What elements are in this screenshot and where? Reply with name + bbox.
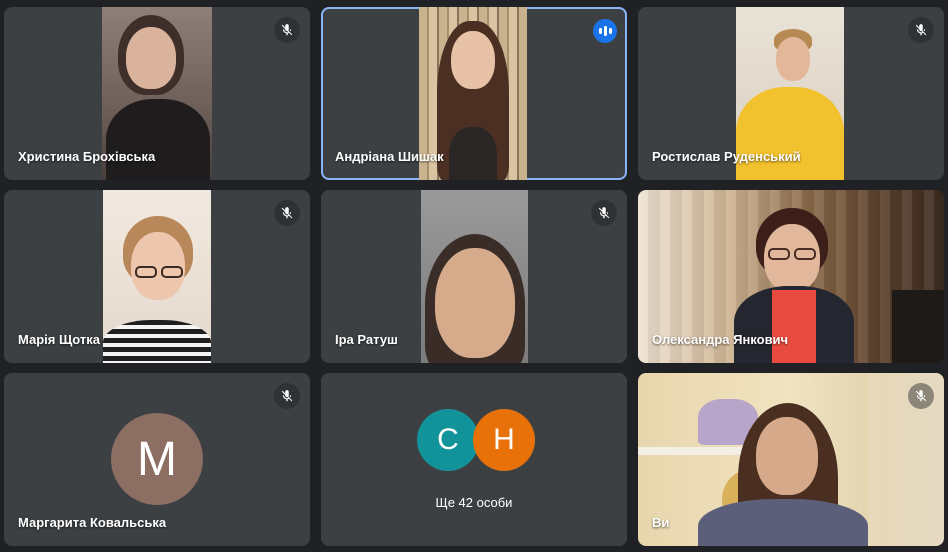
participant-name: Іра Ратуш bbox=[335, 332, 398, 347]
avatar: C bbox=[417, 409, 479, 471]
mic-off-icon bbox=[908, 383, 934, 409]
participant-name: Олександра Янкович bbox=[652, 332, 789, 347]
participant-tile[interactable]: Марія Щотка bbox=[4, 190, 310, 363]
self-view-tile[interactable]: Ви bbox=[638, 373, 944, 546]
participant-name: Ви bbox=[652, 515, 670, 530]
mic-off-icon bbox=[274, 17, 300, 43]
participant-name: Марія Щотка bbox=[18, 332, 100, 347]
participant-name: Христина Брохівська bbox=[18, 149, 156, 164]
participant-tile[interactable]: Олександра Янкович bbox=[638, 190, 944, 363]
more-participants-tile[interactable]: C H Ще 42 особи bbox=[321, 373, 627, 546]
mic-off-icon bbox=[274, 200, 300, 226]
participant-video bbox=[103, 190, 211, 363]
participant-tile[interactable]: Ростислав Руденський bbox=[638, 7, 944, 180]
mic-off-icon bbox=[908, 17, 934, 43]
mic-off-icon bbox=[591, 200, 617, 226]
participant-name: Маргарита Ковальська bbox=[18, 515, 167, 530]
participant-tile[interactable]: Христина Брохівська bbox=[4, 7, 310, 180]
speaking-indicator-icon bbox=[593, 19, 617, 43]
participant-name: Андріана Шишак bbox=[335, 149, 444, 164]
participant-tile[interactable]: Андріана Шишак bbox=[321, 7, 627, 180]
participant-tile[interactable]: Іра Ратуш bbox=[321, 190, 627, 363]
avatar: H bbox=[473, 409, 535, 471]
participant-video bbox=[421, 190, 528, 363]
more-participants-label: Ще 42 особи bbox=[435, 495, 513, 510]
mic-off-icon bbox=[274, 383, 300, 409]
participant-name: Ростислав Руденський bbox=[652, 149, 801, 164]
avatar: M bbox=[111, 413, 203, 505]
participant-tile[interactable]: M Маргарита Ковальська bbox=[4, 373, 310, 546]
participant-video bbox=[638, 373, 944, 546]
